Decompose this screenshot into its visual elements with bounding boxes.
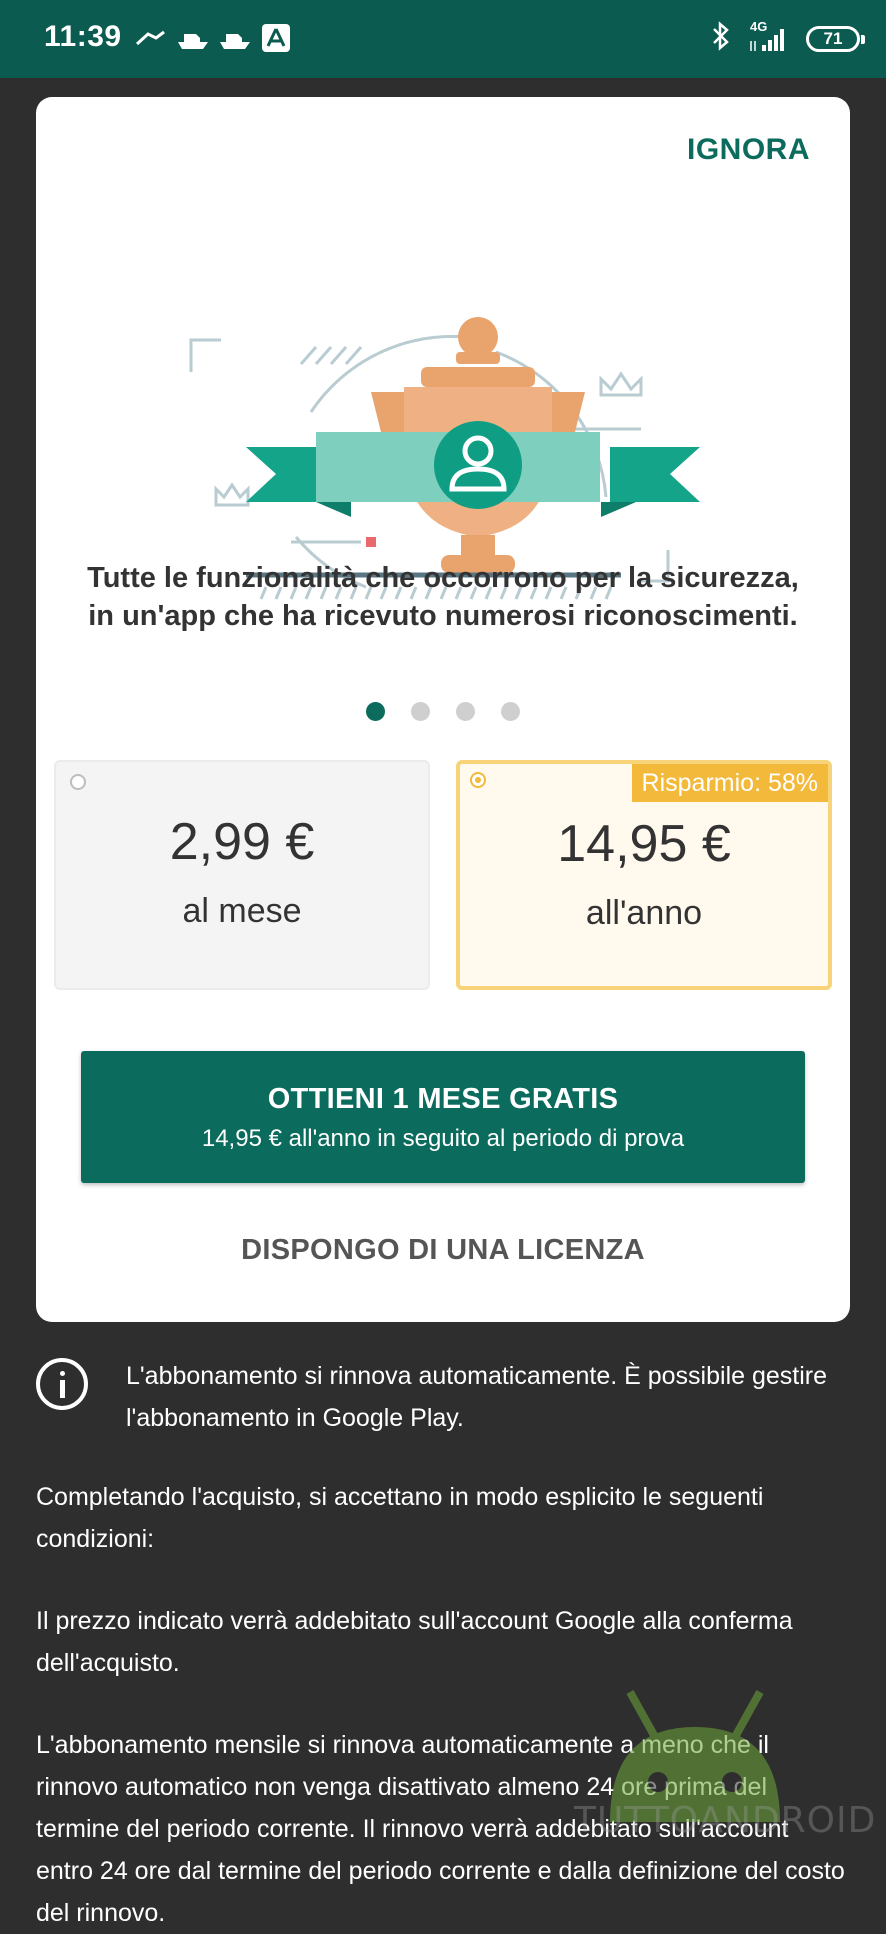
savings-badge: Risparmio: 58% — [631, 764, 828, 802]
ignore-button[interactable]: IGNORA — [687, 133, 810, 167]
plan-period: al mese — [182, 892, 302, 930]
signal-icon: 4G — [746, 19, 792, 55]
radio-selected[interactable] — [470, 772, 486, 788]
status-bar: 11:39 4G 71 — [0, 0, 886, 78]
app-store-icon — [260, 22, 294, 54]
terms-paragraph: Completando l'acquisto, si accettano in … — [36, 1483, 764, 1553]
watermark-text: TUTTOANDROID — [574, 1800, 877, 1841]
page-dot[interactable] — [456, 702, 475, 721]
battery-icon: 71 — [806, 25, 865, 52]
notification-icons — [134, 22, 294, 54]
bluetooth-icon — [710, 20, 732, 57]
terms-paragraph: Il prezzo indicato verrà addebitato sull… — [36, 1607, 793, 1677]
have-license-button[interactable]: DISPONGO DI UNA LICENZA — [36, 1233, 850, 1268]
free-trial-button[interactable]: OTTIENI 1 MESE GRATIS 14,95 € all'anno i… — [81, 1051, 805, 1183]
status-right: 4G 71 — [710, 19, 865, 57]
page-dot-active[interactable] — [366, 702, 385, 721]
cta-subtitle: 14,95 € all'anno in seguito al periodo d… — [201, 1125, 685, 1152]
plan-monthly[interactable]: 2,99 € al mese — [54, 760, 430, 990]
radio-unselected[interactable] — [70, 774, 86, 790]
cta-title: OTTIENI 1 MESE GRATIS — [267, 1083, 619, 1115]
status-time: 11:39 — [44, 20, 122, 53]
page-dot[interactable] — [501, 702, 520, 721]
page-indicator — [36, 702, 850, 721]
upgrade-card: IGNORA Tutte le funzionalità che occorro… — [36, 97, 850, 1322]
plan-yearly[interactable]: Risparmio: 58% 14,95 € all'anno — [456, 760, 832, 990]
headline: Tutte le funzionalità che occorrono per … — [87, 562, 799, 632]
plan-price: 2,99 € — [169, 813, 315, 871]
ship-icon — [218, 22, 252, 54]
notification-app-icon — [134, 22, 168, 54]
renewal-info-text: L'abbonamento si rinnova automaticamente… — [126, 1362, 828, 1432]
ship-icon — [176, 22, 210, 54]
page-dot[interactable] — [411, 702, 430, 721]
plan-price: 14,95 € — [557, 815, 731, 873]
plan-period: all'anno — [585, 894, 703, 932]
info-icon — [36, 1358, 88, 1410]
